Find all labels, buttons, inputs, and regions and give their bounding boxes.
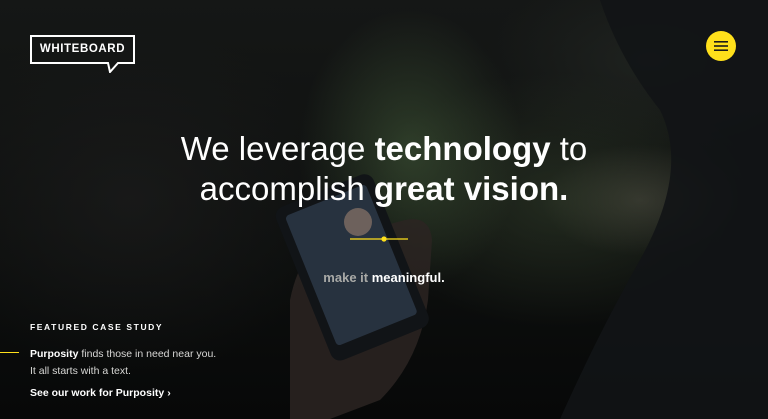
headline-emphasis: great vision. bbox=[373, 170, 569, 207]
headline-emphasis: technology bbox=[374, 130, 551, 167]
hero-headline: We leverage technology to accomplish gre… bbox=[0, 129, 768, 209]
headline-text: We leverage bbox=[180, 130, 366, 167]
hero-section: WHITEBOARD We leverage technology to acc… bbox=[0, 0, 768, 419]
logo-text: WHITEBOARD bbox=[39, 43, 126, 55]
phone-slider-knob bbox=[381, 236, 387, 242]
client-name: Purposity bbox=[30, 348, 79, 360]
tagline-emphasis: meaningful. bbox=[371, 270, 445, 285]
description-line-2: It all starts with a text. bbox=[30, 365, 131, 377]
headline-line-2: accomplish great vision. bbox=[0, 169, 768, 209]
description-line-1: Purposity finds those in need near you. bbox=[30, 346, 216, 363]
accent-divider bbox=[0, 352, 19, 353]
cta-label: See our work for Purposity bbox=[30, 387, 165, 399]
hamburger-menu-icon bbox=[714, 41, 728, 51]
case-study-description: Purposity finds those in need near you. … bbox=[30, 346, 216, 380]
headline-text: to bbox=[559, 130, 588, 167]
phone-avatar bbox=[344, 208, 372, 236]
person-shape bbox=[560, 0, 768, 419]
featured-eyebrow: FEATURED CASE STUDY bbox=[30, 322, 164, 332]
menu-button[interactable] bbox=[706, 31, 736, 61]
hero-tagline: make it meaningful. bbox=[0, 270, 768, 285]
description-text: finds those in need near you. bbox=[81, 348, 217, 360]
headline-line-1: We leverage technology to bbox=[0, 129, 768, 169]
whiteboard-logo[interactable]: WHITEBOARD bbox=[30, 35, 135, 73]
see-work-link[interactable]: See our work for Purposity › bbox=[30, 387, 171, 399]
featured-case-study: FEATURED CASE STUDY bbox=[30, 322, 330, 332]
headline-text: accomplish bbox=[199, 170, 365, 207]
tagline-text: make it bbox=[323, 270, 369, 285]
chevron-right-icon: › bbox=[167, 387, 171, 399]
